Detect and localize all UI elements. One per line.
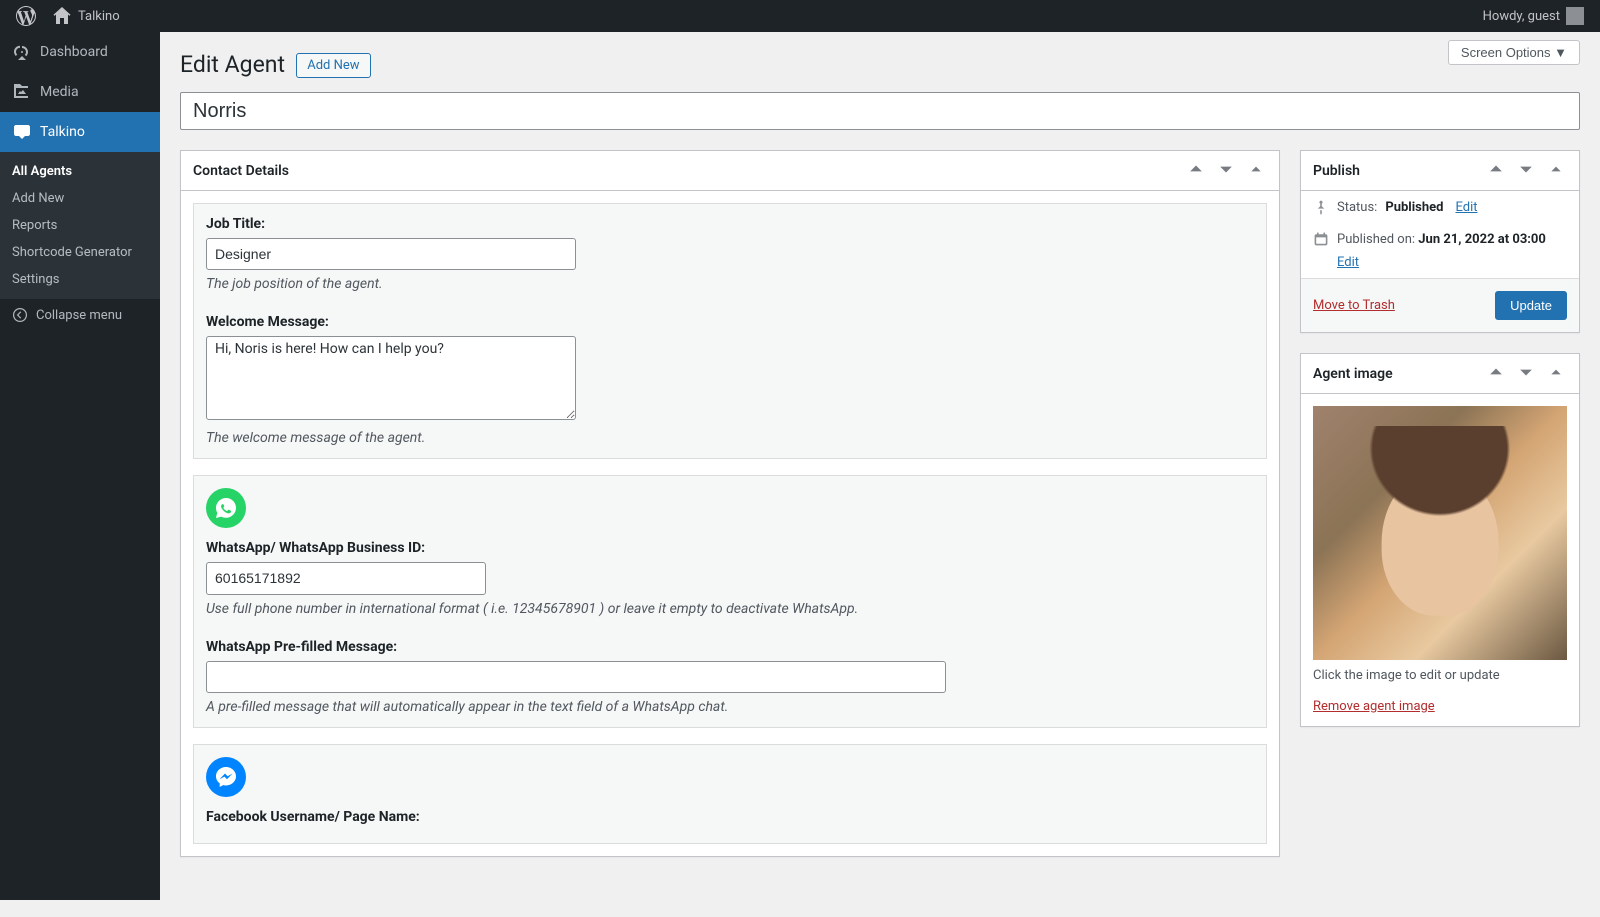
toggle-button[interactable]: [1245, 158, 1267, 183]
messenger-icon: [206, 757, 246, 797]
publish-heading: Publish: [1313, 163, 1360, 179]
published-label: Published on:: [1337, 232, 1415, 247]
page-title: Edit Agent: [180, 42, 285, 82]
sidebar-item-add-new[interactable]: Add New: [0, 185, 160, 212]
contact-details-heading: Contact Details: [193, 163, 289, 179]
sidebar-label: Media: [40, 84, 79, 100]
howdy-text: Howdy, guest: [1483, 9, 1560, 24]
job-title-label: Job Title:: [206, 216, 1254, 232]
welcome-desc: The welcome message of the agent.: [206, 430, 1254, 446]
agent-image-desc: Click the image to edit or update: [1313, 660, 1567, 691]
caret-up-icon: [1549, 365, 1563, 379]
toggle-button[interactable]: [1545, 361, 1567, 386]
caret-up-icon: [1249, 162, 1263, 176]
sidebar-item-media[interactable]: Media: [0, 72, 160, 112]
whatsapp-id-input[interactable]: [206, 562, 486, 594]
edit-status-link[interactable]: Edit: [1455, 200, 1477, 215]
status-label: Status:: [1337, 200, 1377, 215]
sidebar-label: Dashboard: [40, 44, 108, 60]
whatsapp-id-label: WhatsApp/ WhatsApp Business ID:: [206, 540, 1254, 556]
agent-image-box: Agent image Click the image to edit or u…: [1300, 353, 1580, 727]
move-up-button[interactable]: [1485, 158, 1507, 183]
chevron-up-icon: [1189, 162, 1203, 176]
whatsapp-icon: [206, 488, 246, 528]
chevron-up-icon: [1489, 162, 1503, 176]
agent-image-heading: Agent image: [1313, 366, 1393, 382]
caret-up-icon: [1549, 162, 1563, 176]
media-icon: [12, 82, 32, 102]
published-value: Jun 21, 2022 at 03:00: [1418, 232, 1546, 247]
status-row: Status: Published Edit: [1301, 191, 1579, 223]
talkino-submenu: All Agents Add New Reports Shortcode Gen…: [0, 152, 160, 299]
chevron-down-icon: [1519, 162, 1533, 176]
chevron-up-icon: [1489, 365, 1503, 379]
dashboard-icon: [12, 42, 32, 62]
sidebar-item-reports[interactable]: Reports: [0, 212, 160, 239]
collapse-icon: [12, 307, 28, 323]
chat-icon: [12, 122, 32, 142]
site-name-link[interactable]: Talkino: [44, 0, 128, 32]
whatsapp-id-desc: Use full phone number in international f…: [206, 601, 1254, 617]
remove-agent-image-link[interactable]: Remove agent image: [1313, 699, 1435, 714]
wp-logo[interactable]: [8, 0, 44, 32]
welcome-label: Welcome Message:: [206, 314, 1254, 330]
sidebar-item-talkino[interactable]: Talkino: [0, 112, 160, 152]
pin-icon: [1313, 199, 1329, 215]
sidebar-item-dashboard[interactable]: Dashboard: [0, 32, 160, 72]
move-down-button[interactable]: [1515, 361, 1537, 386]
sidebar-item-shortcode[interactable]: Shortcode Generator: [0, 239, 160, 266]
move-to-trash-link[interactable]: Move to Trash: [1313, 298, 1395, 313]
collapse-menu[interactable]: Collapse menu: [0, 299, 160, 331]
collapse-label: Collapse menu: [36, 308, 122, 323]
avatar-icon: [1566, 7, 1584, 25]
calendar-icon: [1313, 231, 1329, 247]
published-row: Published on: Jun 21, 2022 at 03:00 Edit: [1301, 223, 1579, 278]
move-down-button[interactable]: [1215, 158, 1237, 183]
update-button[interactable]: Update: [1495, 291, 1567, 320]
whatsapp-pre-desc: A pre-filled message that will automatic…: [206, 699, 1254, 715]
home-icon: [52, 6, 72, 26]
edit-date-link[interactable]: Edit: [1337, 255, 1567, 270]
job-title-desc: The job position of the agent.: [206, 276, 1254, 292]
sidebar-item-settings[interactable]: Settings: [0, 266, 160, 293]
add-new-button[interactable]: Add New: [296, 53, 370, 78]
wordpress-icon: [16, 6, 36, 26]
move-up-button[interactable]: [1485, 361, 1507, 386]
whatsapp-pre-label: WhatsApp Pre-filled Message:: [206, 639, 1254, 655]
site-name-text: Talkino: [78, 9, 120, 24]
screen-options-button[interactable]: Screen Options ▼: [1448, 40, 1580, 65]
sidebar-label: Talkino: [40, 124, 85, 140]
toggle-button[interactable]: [1545, 158, 1567, 183]
whatsapp-pre-input[interactable]: [206, 661, 946, 693]
publish-box: Publish Status: Published Edit: [1300, 150, 1580, 333]
my-account[interactable]: Howdy, guest: [1475, 0, 1592, 32]
welcome-textarea[interactable]: [206, 336, 576, 420]
facebook-label: Facebook Username/ Page Name:: [206, 809, 1254, 825]
agent-title-input[interactable]: [180, 92, 1580, 130]
contact-details-box: Contact Details Job Title: The: [180, 150, 1280, 857]
chevron-down-icon: [1219, 162, 1233, 176]
agent-image-thumbnail[interactable]: [1313, 406, 1567, 660]
chevron-down-icon: [1519, 365, 1533, 379]
move-up-button[interactable]: [1185, 158, 1207, 183]
job-title-input[interactable]: [206, 238, 576, 270]
status-value: Published: [1385, 200, 1443, 215]
move-down-button[interactable]: [1515, 158, 1537, 183]
sidebar-item-all-agents[interactable]: All Agents: [0, 158, 160, 185]
